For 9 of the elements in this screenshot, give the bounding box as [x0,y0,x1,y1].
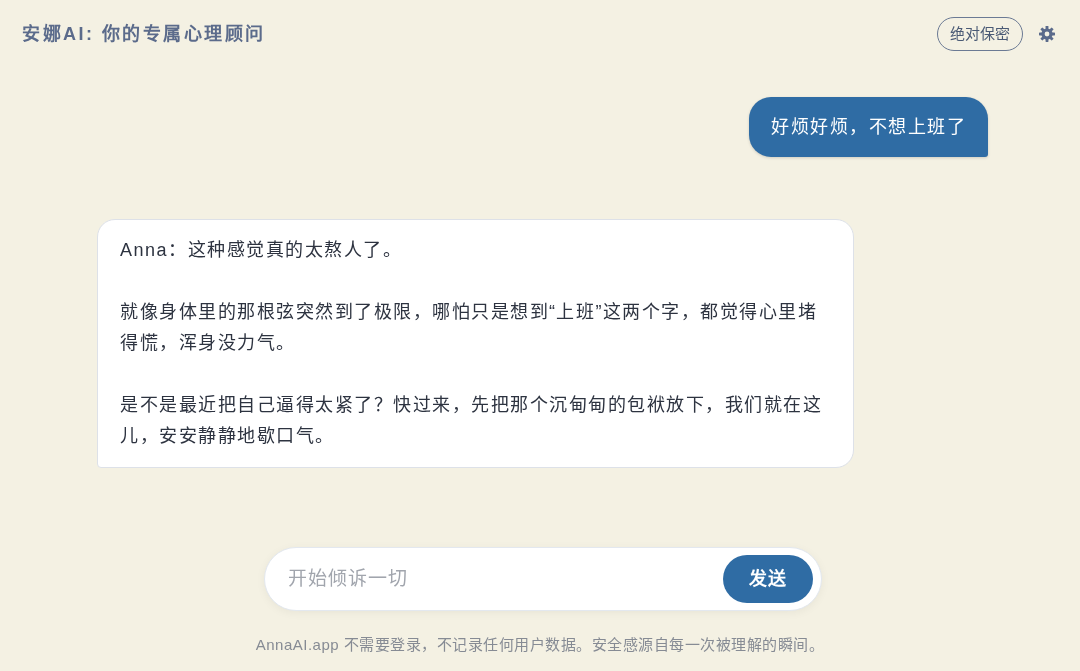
message-text: 好烦好烦，不想上班了 [771,116,966,139]
message-text: Anna：这种感觉真的太熬人了。 [120,239,404,262]
app-title: 安娜AI: 你的专属心理顾问 [22,23,266,46]
message-input-field[interactable]: 开始倾诉一切 发送 [264,547,822,611]
message-text: 是不是最近把自己逼得太紧了？快过来，先把那个沉甸甸的包袱放下，我们就在这儿，安安静静地歇口气。 [120,394,823,448]
message-text: 就像身体里的那根弦突然到了极限，哪怕只是想到“上班”这两个字，都觉得心里堵得慌，浑身没力气。 [120,301,819,355]
settings-icon[interactable] [1039,26,1055,42]
privacy-note: AnnaAI.app 不需要登录，不记录任何用户数据。安全感源自每一次被理解的瞬间。 [255,635,825,655]
send-button[interactable]: 发送 [723,555,813,603]
